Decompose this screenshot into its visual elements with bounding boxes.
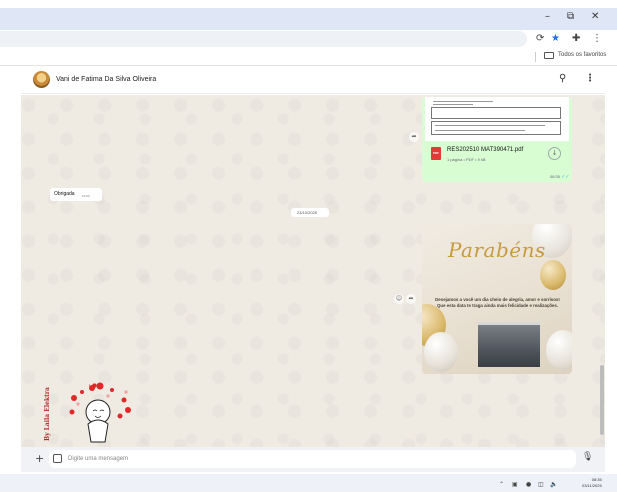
building-photo — [478, 322, 540, 367]
bookmarks-bar — [0, 48, 617, 66]
forward-icon[interactable]: ➦ — [409, 132, 419, 142]
taskbar — [0, 474, 617, 492]
message-placeholder: Digite uma mensagem — [68, 456, 129, 462]
image-greeting-text: Desejamos a você um dia cheio de alegria… — [435, 297, 560, 308]
document-meta: 1 página • PDF • 9 kB — [447, 157, 486, 162]
emoji-react-icon[interactable]: ☺ — [394, 294, 404, 304]
incoming-message-time: 10:04 — [82, 194, 90, 198]
screen: – ⧉ ✕ ⟳ ★ ✚ ⋮ Todos os favoritos Vani de… — [0, 0, 617, 492]
forward-icon[interactable]: ➦ — [406, 294, 416, 304]
volume-icon[interactable]: 🔈 — [550, 481, 557, 488]
message-input[interactable] — [49, 450, 576, 468]
folder-icon[interactable] — [544, 52, 554, 59]
minimize-button[interactable]: – — [545, 11, 550, 22]
chat-menu-icon[interactable]: ⋮ — [585, 73, 595, 84]
chevron-up-icon[interactable]: ⌃ — [499, 481, 504, 488]
browser-titlebar — [0, 8, 617, 30]
extensions-icon[interactable]: ✚ — [572, 33, 580, 44]
document-file-name: RES202510 MAT390471.pdf — [447, 147, 524, 153]
sticker-signature: By Laila Elektra — [44, 387, 51, 441]
read-ticks-icon: ✓✓ — [561, 174, 570, 180]
date-separator-text: 23/10/2025 — [297, 210, 318, 215]
download-button[interactable]: ↓ — [548, 147, 561, 160]
attach-icon[interactable]: + — [35, 452, 44, 465]
avatar[interactable] — [33, 71, 50, 88]
sticker[interactable] — [52, 378, 144, 446]
scrollbar[interactable] — [600, 365, 604, 435]
system-clock[interactable]: 08:35 03/11/2025 — [582, 477, 602, 489]
close-button[interactable]: ✕ — [591, 11, 599, 22]
star-icon[interactable]: ★ — [551, 33, 560, 44]
app-tray-icon[interactable]: ● — [526, 481, 531, 488]
restore-button[interactable]: ⧉ — [567, 11, 574, 22]
menu-icon[interactable]: ⋮ — [592, 33, 602, 44]
image-greeting-title: Parabéns — [448, 238, 546, 262]
document-preview[interactable] — [425, 97, 569, 141]
search-icon[interactable]: ⚲ — [559, 73, 566, 84]
pdf-icon: PDF — [431, 147, 441, 160]
all-bookmarks-link[interactable]: Todos os favoritos — [558, 52, 606, 58]
network-icon[interactable]: ▣ — [512, 481, 518, 488]
microphone-icon[interactable]: 🎙 — [582, 452, 593, 462]
contact-name[interactable]: Vani de Fatima Da Silva Oliveira — [56, 76, 156, 83]
document-timestamp: 08:35 ✓✓ — [550, 174, 570, 180]
sticker-icon[interactable] — [53, 454, 62, 463]
translate-icon[interactable]: ⟳ — [536, 33, 544, 44]
incoming-message-text: Obrigada — [54, 191, 75, 197]
wifi-icon[interactable]: ◫ — [538, 481, 544, 488]
bookmarks-separator — [535, 52, 536, 62]
url-field[interactable] — [0, 31, 527, 47]
clock-date: 03/11/2025 — [582, 483, 602, 488]
